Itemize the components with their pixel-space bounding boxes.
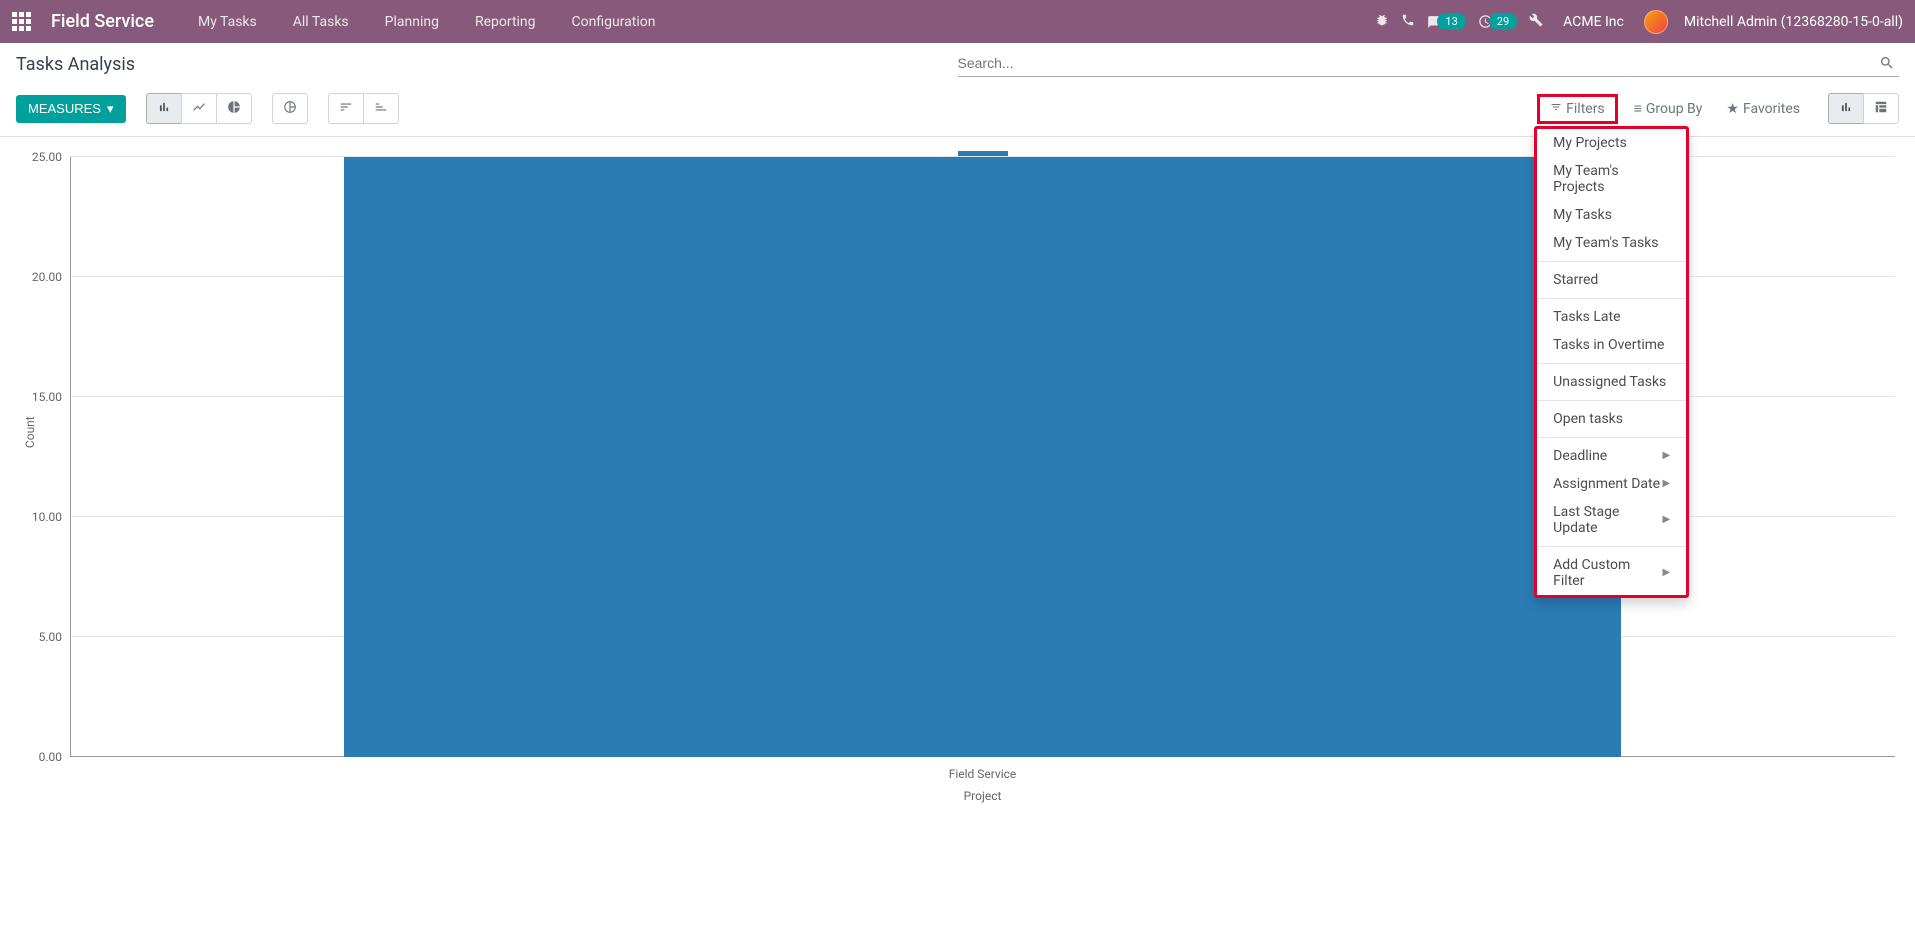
sort-group [328,93,399,124]
messages-icon[interactable]: 13 [1427,13,1465,30]
sort-desc-button[interactable] [328,93,363,124]
company-name[interactable]: ACME Inc [1563,14,1624,30]
search-input[interactable] [958,55,1900,71]
pie-chart-button[interactable] [216,93,252,124]
search-container [958,51,1900,77]
pivot-view-button[interactable] [1863,93,1899,124]
phone-icon[interactable] [1401,13,1415,31]
navbar: Field Service My Tasks All Tasks Plannin… [0,0,1915,43]
y-tick: 10.00 [22,510,62,524]
filters-button[interactable]: Filters [1537,94,1618,124]
favorites-button[interactable]: ★ Favorites [1718,97,1808,121]
y-tick: 15.00 [22,390,62,404]
nav-reporting[interactable]: Reporting [459,14,552,30]
filter-custom-label: Add Custom Filter [1553,557,1662,589]
filter-my-teams-tasks[interactable]: My Team's Tasks [1537,229,1686,257]
filter-my-tasks[interactable]: My Tasks [1537,201,1686,229]
debug-icon[interactable] [1529,13,1543,31]
y-tick: 25.00 [22,150,62,164]
cp-top: Tasks Analysis [0,43,1915,85]
bar-chart-button[interactable] [146,93,181,124]
filter-my-teams-projects[interactable]: My Team's Projects [1537,157,1686,201]
filter-unassigned[interactable]: Unassigned Tasks [1537,368,1686,396]
nav-planning[interactable]: Planning [369,14,455,30]
search-icon[interactable] [1879,55,1895,75]
control-panel: Tasks Analysis MEASURES ▾ [0,43,1915,137]
filter-deadline[interactable]: Deadline ▶ [1537,442,1686,470]
chevron-right-icon: ▶ [1662,450,1670,461]
y-tick: 20.00 [22,270,62,284]
chevron-right-icon: ▶ [1662,478,1670,489]
filter-last-stage-update[interactable]: Last Stage Update ▶ [1537,498,1686,542]
x-tick: Field Service [949,767,1017,781]
filter-assignment-label: Assignment Date [1553,476,1660,492]
funnel-icon [1550,101,1562,117]
activities-icon[interactable]: 29 [1478,13,1517,30]
divider [1537,437,1686,438]
bar-field-service[interactable] [344,157,1622,757]
cp-bottom: MEASURES ▾ [0,85,1915,136]
app-name[interactable]: Field Service [43,11,162,32]
filter-starred[interactable]: Starred [1537,266,1686,294]
list-icon: ≡ [1634,100,1642,117]
filter-deadline-label: Deadline [1553,448,1607,464]
user-name[interactable]: Mitchell Admin (12368280-15-0-all) [1684,14,1903,30]
stacked-button[interactable] [272,93,308,124]
y-tick: 0.00 [22,750,62,764]
navbar-right: 13 29 ACME Inc Mitchell Admin (12368280-… [1375,10,1903,34]
filter-last-stage-label: Last Stage Update [1553,504,1662,536]
measures-button[interactable]: MEASURES ▾ [16,95,126,123]
navbar-left: Field Service My Tasks All Tasks Plannin… [12,11,671,32]
y-axis-label: Count [23,416,37,448]
apps-icon[interactable] [12,12,31,31]
sort-asc-button[interactable] [363,93,399,124]
messages-badge: 13 [1437,13,1465,30]
filter-assignment-date[interactable]: Assignment Date ▶ [1537,470,1686,498]
favorites-label: Favorites [1743,101,1800,117]
y-tick: 5.00 [22,630,62,644]
nav-all-tasks[interactable]: All Tasks [277,14,365,30]
chart-type-group [146,93,252,124]
chevron-right-icon: ▶ [1662,514,1670,525]
filter-tasks-overtime[interactable]: Tasks in Overtime [1537,331,1686,359]
divider [1537,298,1686,299]
filter-my-projects[interactable]: My Projects [1537,129,1686,157]
filters-label: Filters [1566,101,1605,117]
y-axis-line [70,157,71,757]
filter-open-tasks[interactable]: Open tasks [1537,405,1686,433]
groupby-label: Group By [1646,101,1703,117]
filters-wrapper: Filters My Projects My Team's Projects M… [1537,94,1618,124]
user-avatar[interactable] [1644,10,1668,34]
divider [1537,363,1686,364]
chevron-right-icon: ▶ [1662,567,1670,578]
activities-badge: 29 [1489,13,1517,30]
filter-add-custom[interactable]: Add Custom Filter ▶ [1537,551,1686,595]
filter-tasks-late[interactable]: Tasks Late [1537,303,1686,331]
caret-down-icon: ▾ [107,101,114,117]
x-axis-label: Project [964,789,1002,803]
nav-configuration[interactable]: Configuration [556,14,672,30]
divider [1537,400,1686,401]
divider [1537,546,1686,547]
divider [1537,261,1686,262]
line-chart-button[interactable] [181,93,216,124]
measures-label: MEASURES [28,101,101,116]
groupby-button[interactable]: ≡ Group By [1626,96,1711,121]
filters-dropdown: My Projects My Team's Projects My Tasks … [1534,126,1689,598]
nav-my-tasks[interactable]: My Tasks [182,14,273,30]
star-icon: ★ [1726,101,1739,117]
graph-view-button[interactable] [1828,93,1863,124]
view-switcher [1828,93,1899,124]
search-options: Filters My Projects My Team's Projects M… [1537,93,1899,124]
page-title: Tasks Analysis [16,54,958,75]
bug-icon[interactable] [1375,13,1389,31]
